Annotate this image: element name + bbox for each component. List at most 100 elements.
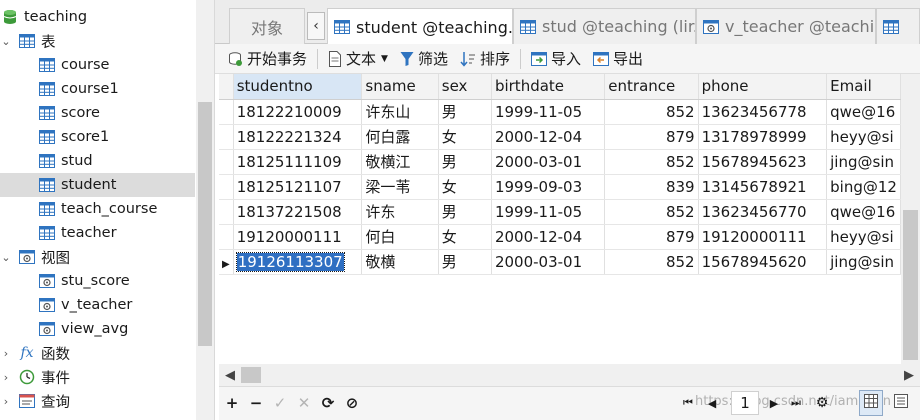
column-header-email[interactable]: Email — [826, 74, 901, 100]
tree-scrollbar[interactable] — [196, 0, 214, 420]
cell-email[interactable]: bing@12 — [826, 174, 901, 200]
cell-studentno[interactable]: 18122210009 — [233, 99, 363, 125]
cell-birthdate[interactable]: 1999-09-03 — [491, 174, 606, 200]
import-button[interactable]: 导入 — [525, 46, 587, 72]
sort-button[interactable]: 排序 — [454, 46, 516, 72]
cell-sex[interactable]: 女 — [438, 224, 492, 250]
cell-sname[interactable]: 何白 — [361, 224, 439, 250]
cell-email[interactable]: heyy@si — [826, 224, 901, 250]
discard-changes-button[interactable]: ✕ — [295, 392, 313, 414]
row-indicator[interactable] — [219, 224, 234, 250]
row-indicator[interactable] — [219, 99, 234, 125]
table-row[interactable]: 18122210009 许东山 男 1999-11-05 852 1362345… — [219, 99, 901, 125]
tree-group-tables[interactable]: ⌄ 表 — [0, 29, 195, 53]
tree-group-events[interactable]: › 事件 — [0, 365, 195, 389]
tree-item-table-course1[interactable]: course1 — [0, 77, 195, 101]
cell-sname[interactable]: 敬横江 — [361, 149, 439, 175]
stop-button[interactable]: ⊘ — [343, 392, 361, 414]
chevron-right-icon[interactable]: › — [0, 389, 12, 413]
last-page-icon[interactable]: ⏭ — [789, 392, 803, 414]
grid-vertical-scrollbar[interactable] — [901, 74, 920, 364]
cell-entrance[interactable]: 879 — [604, 224, 699, 250]
tree-item-database[interactable]: teaching — [0, 5, 195, 29]
cell-entrance[interactable]: 852 — [604, 199, 699, 225]
cell-studentno[interactable]: 18125121107 — [233, 174, 363, 200]
cell-entrance[interactable]: 852 — [604, 149, 699, 175]
column-header-sex[interactable]: sex — [438, 74, 492, 100]
column-header-phone[interactable]: phone — [698, 74, 828, 100]
tree-group-queries[interactable]: › 查询 — [0, 389, 195, 413]
cell-phone[interactable]: 13178978999 — [698, 124, 828, 150]
chevron-down-icon[interactable]: ⌄ — [0, 29, 12, 53]
tree-scrollbar-thumb[interactable] — [198, 102, 212, 346]
cell-email[interactable]: qwe@16 — [826, 199, 901, 225]
tree-item-table-score1[interactable]: score1 — [0, 125, 195, 149]
scroll-left-arrow-icon[interactable]: ◀ — [221, 364, 239, 386]
tree-group-views[interactable]: ⌄ 视图 — [0, 245, 195, 269]
cell-phone[interactable]: 13623456770 — [698, 199, 828, 225]
column-header-sname[interactable]: sname — [361, 74, 439, 100]
cell-phone[interactable]: 15678945623 — [698, 149, 828, 175]
table-row[interactable]: 18137221508 许东 男 1999-11-05 852 13623456… — [219, 199, 901, 225]
cell-sex[interactable]: 男 — [438, 99, 492, 125]
table-row-current[interactable]: ▶ 19126113307 敬横 男 2000-03-01 852 156789… — [219, 249, 901, 275]
page-number-field[interactable]: 1 — [731, 391, 759, 415]
cell-birthdate[interactable]: 1999-11-05 — [491, 199, 606, 225]
cell-studentno[interactable]: 19120000111 — [233, 224, 363, 250]
chevron-down-icon[interactable]: ⌄ — [0, 245, 12, 269]
table-row[interactable]: 18122221324 何白露 女 2000-12-04 879 1317897… — [219, 124, 901, 150]
tree-item-table-stud[interactable]: stud — [0, 149, 195, 173]
cell-entrance[interactable]: 879 — [604, 124, 699, 150]
tab-overflow[interactable] — [876, 8, 920, 44]
cell-sname[interactable]: 何白露 — [361, 124, 439, 150]
cell-studentno[interactable]: 18137221508 — [233, 199, 363, 225]
cell-entrance[interactable]: 839 — [604, 174, 699, 200]
grid-vertical-scrollbar-thumb[interactable] — [903, 210, 918, 360]
column-header-studentno[interactable]: studentno — [233, 74, 363, 100]
tree-item-view-v-teacher[interactable]: v_teacher — [0, 293, 195, 317]
tree-item-view-view-avg[interactable]: view_avg — [0, 317, 195, 341]
table-row[interactable]: 19120000111 何白 女 2000-12-04 879 19120000… — [219, 224, 901, 250]
cell-phone[interactable]: 13623456778 — [698, 99, 828, 125]
cell-birthdate[interactable]: 1999-11-05 — [491, 99, 606, 125]
cell-sex[interactable]: 男 — [438, 199, 492, 225]
tree-group-functions[interactable]: › fx 函数 — [0, 341, 195, 365]
chevron-right-icon[interactable]: › — [0, 365, 12, 389]
apply-changes-button[interactable]: ✓ — [271, 392, 289, 414]
tree-item-table-course[interactable]: course — [0, 53, 195, 77]
cell-email[interactable]: heyy@si — [826, 124, 901, 150]
cell-studentno-selected[interactable]: 19126113307 — [233, 249, 363, 275]
cell-sex[interactable]: 男 — [438, 149, 492, 175]
grid-view-button[interactable] — [859, 390, 883, 416]
tab-stud[interactable]: stud @teaching (lir... — [513, 8, 696, 44]
cell-sname[interactable]: 许东山 — [361, 99, 439, 125]
cell-studentno[interactable]: 18125111109 — [233, 149, 363, 175]
grid-horizontal-scrollbar[interactable]: ◀ ▶ — [219, 364, 920, 386]
chevron-right-icon[interactable]: › — [0, 341, 12, 365]
cell-sex[interactable]: 男 — [438, 249, 492, 275]
row-indicator[interactable] — [219, 174, 234, 200]
tab-v-teacher[interactable]: v_teacher @teachi... — [696, 8, 876, 44]
cell-email[interactable]: jing@sin — [826, 249, 901, 275]
tab-student[interactable]: student @teaching... — [327, 8, 513, 45]
cell-phone[interactable]: 13145678921 — [698, 174, 828, 200]
cell-entrance[interactable]: 852 — [604, 99, 699, 125]
gear-icon[interactable]: ⚙ — [813, 392, 831, 414]
row-indicator[interactable] — [219, 124, 234, 150]
cell-birthdate[interactable]: 2000-03-01 — [491, 249, 606, 275]
tree-item-table-score[interactable]: score — [0, 101, 195, 125]
cell-phone[interactable]: 15678945620 — [698, 249, 828, 275]
table-row[interactable]: 18125121107 梁一苇 女 1999-09-03 839 1314567… — [219, 174, 901, 200]
cell-sname[interactable]: 梁一苇 — [361, 174, 439, 200]
cell-phone[interactable]: 19120000111 — [698, 224, 828, 250]
table-row[interactable]: 18125111109 敬横江 男 2000-03-01 852 1567894… — [219, 149, 901, 175]
text-button[interactable]: 文本 ▼ — [322, 46, 394, 72]
cell-birthdate[interactable]: 2000-03-01 — [491, 149, 606, 175]
form-view-button[interactable] — [889, 390, 913, 416]
add-record-button[interactable]: + — [223, 392, 241, 414]
scroll-right-arrow-icon[interactable]: ▶ — [900, 364, 918, 386]
tree-item-table-teacher[interactable]: teacher — [0, 221, 195, 245]
tab-objects[interactable]: 对象 — [229, 8, 305, 44]
cell-studentno[interactable]: 18122221324 — [233, 124, 363, 150]
cell-email[interactable]: jing@sin — [826, 149, 901, 175]
